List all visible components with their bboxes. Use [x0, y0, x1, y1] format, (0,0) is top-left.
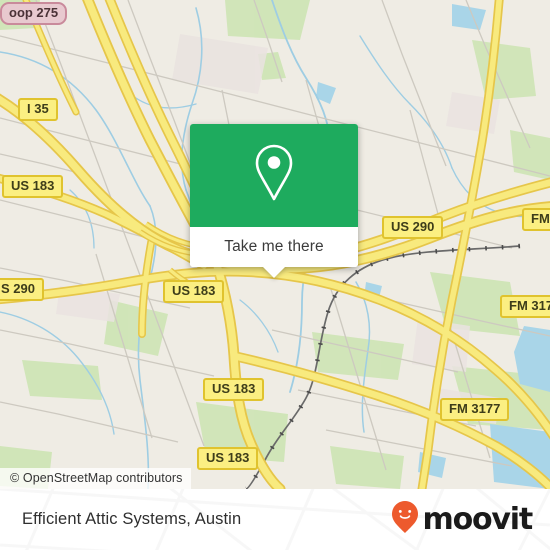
road-shield: US 183 [2, 175, 64, 198]
map-pin-icon [251, 143, 297, 208]
moovit-wordmark: moovit [422, 501, 534, 537]
popup-action-bar[interactable]: Take me there [190, 227, 358, 267]
osm-attribution[interactable]: © OpenStreetMap contributors [0, 468, 191, 489]
road-shield: US 290 [382, 216, 444, 239]
road-shield-label: FM 3177 [449, 401, 501, 416]
footer-bar: Efficient Attic Systems, Austin moovit [0, 489, 550, 550]
road-shield-label: US 183 [11, 178, 55, 193]
road-shield: I 35 [18, 98, 58, 121]
popup-tail-pointer [262, 266, 286, 278]
take-me-there-label: Take me there [224, 238, 324, 255]
road-shield: S 290 [0, 278, 44, 301]
road-shield: FM 3177 [440, 398, 510, 421]
moovit-logo[interactable]: moovit [390, 500, 534, 539]
popup-pin-area [190, 124, 358, 227]
poi-title: Efficient Attic Systems, Austin [22, 510, 242, 528]
road-shield-label: US 290 [391, 219, 435, 234]
take-me-there-popup[interactable]: Take me there [190, 124, 358, 278]
road-shield: oop 275 [0, 2, 68, 25]
road-shield-label: FM 3177 [509, 298, 550, 313]
road-shield: FM 3 [522, 208, 550, 231]
road-shield-label: US 183 [212, 381, 256, 396]
moovit-pin-smiley-icon [390, 500, 420, 539]
road-shield-label: S 290 [1, 281, 35, 296]
road-shield-label: FM 3 [531, 211, 550, 226]
road-shield-label: US 183 [172, 283, 216, 298]
road-shield-label: I 35 [27, 101, 49, 116]
road-shield: US 183 [203, 378, 265, 401]
road-shield: FM 3177 [500, 295, 550, 318]
road-shield-label: US 183 [206, 450, 250, 465]
road-shield: US 183 [197, 447, 259, 470]
road-shield-label: oop 275 [9, 5, 59, 20]
road-shield: US 183 [163, 280, 225, 303]
